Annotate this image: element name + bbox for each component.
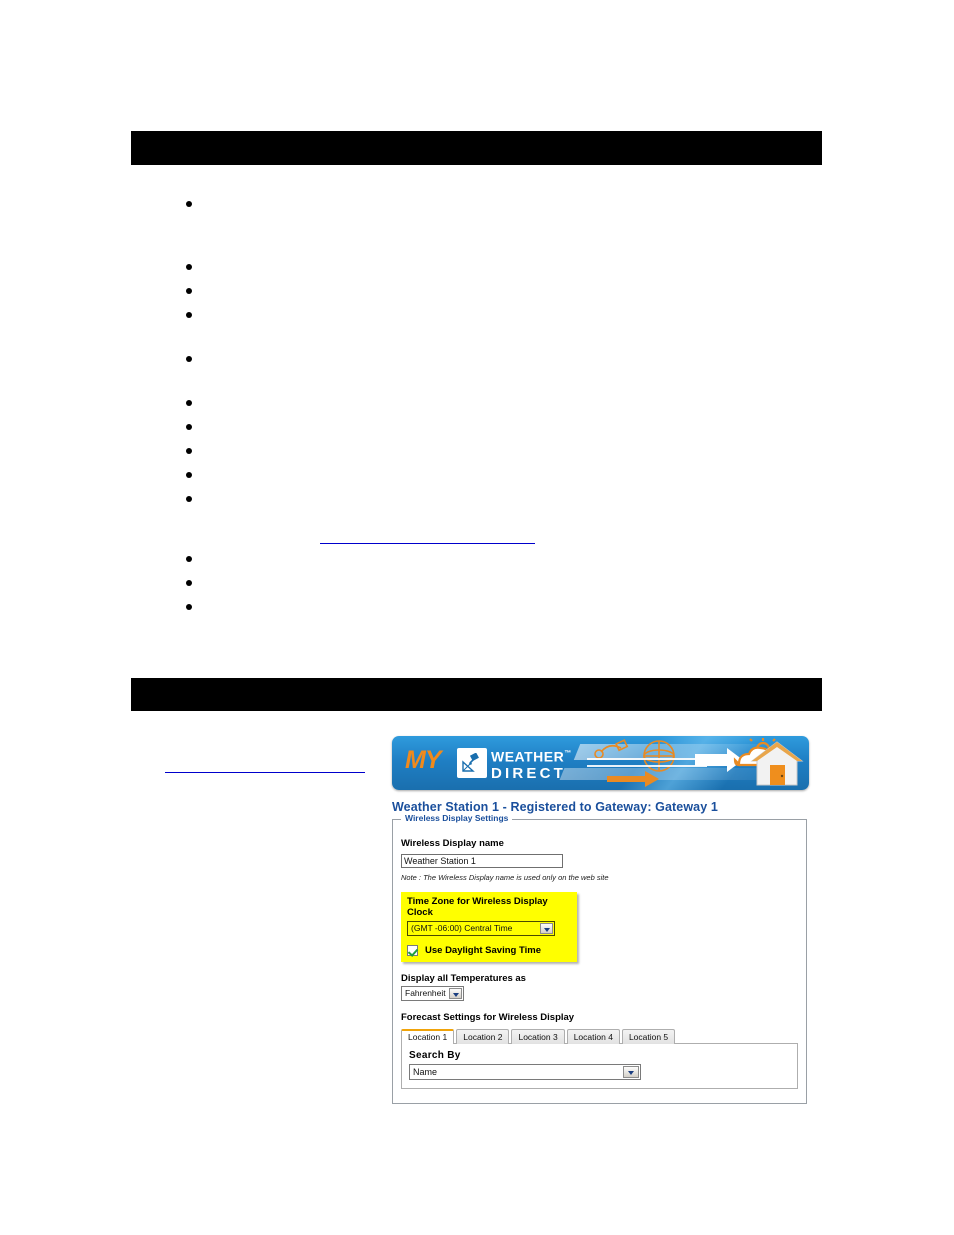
hyperlink-upper[interactable] <box>320 543 535 544</box>
list-item <box>186 571 212 595</box>
list-item <box>186 415 212 439</box>
list-item <box>186 439 212 463</box>
brand-wordmark: WEATHER™ DIRECT <box>491 746 571 782</box>
display-name-label: Wireless Display name <box>401 838 504 849</box>
satellite-dish-icon <box>457 748 487 778</box>
daylight-saving-checkbox[interactable] <box>407 945 418 956</box>
list-item <box>186 463 212 487</box>
fieldset-legend: Wireless Display Settings <box>401 813 513 823</box>
brand-direct-text: DIRECT <box>491 765 567 783</box>
house-icon <box>750 741 804 786</box>
display-name-input[interactable] <box>401 854 563 868</box>
search-by-value: Name <box>413 1067 438 1077</box>
brand-my-text: MY <box>405 746 441 774</box>
wireless-display-settings-fieldset: Wireless Display Settings Wireless Displ… <box>392 813 807 1104</box>
daylight-saving-row[interactable]: Use Daylight Saving Time <box>407 945 571 956</box>
brand-trademark: ™ <box>564 750 572 757</box>
brand-weather-text: WEATHER <box>491 748 565 765</box>
bullet-group-4 <box>186 391 212 511</box>
section-header-bar-2 <box>131 678 822 711</box>
list-item <box>186 595 212 619</box>
temperature-units-select[interactable]: Fahrenheit <box>401 986 464 1001</box>
list-item <box>186 391 212 415</box>
forecast-settings-label: Forecast Settings for Wireless Display <box>401 1012 575 1023</box>
tab-location-3[interactable]: Location 3 <box>511 1029 565 1044</box>
bullet-group-1 <box>186 192 212 216</box>
bullet-group-5 <box>186 547 212 619</box>
bullet-group-2 <box>186 255 212 327</box>
temperature-units-value: Fahrenheit <box>405 988 446 998</box>
timezone-label: Time Zone for Wireless Display Clock <box>407 896 548 918</box>
list-item <box>186 303 212 327</box>
location-tabbar: Location 1 Location 2 Location 3 Locatio… <box>401 1028 798 1044</box>
list-item <box>186 547 212 571</box>
tab-location-5[interactable]: Location 5 <box>621 1029 676 1044</box>
bullet-group-3 <box>186 347 212 371</box>
list-item <box>186 279 212 303</box>
list-item <box>186 487 212 511</box>
search-by-select[interactable]: Name <box>409 1064 641 1080</box>
list-item <box>186 347 212 371</box>
page-title: Weather Station 1 - Registered to Gatewa… <box>392 800 718 814</box>
temperature-units-label: Display all Temperatures as <box>401 973 526 984</box>
timezone-highlight-block: Time Zone for Wireless Display Clock (GM… <box>401 892 577 962</box>
tab-location-4[interactable]: Location 4 <box>566 1029 620 1044</box>
site-banner: MY WEATHER™ DIRECT <box>392 736 809 790</box>
satellite-dish-glyph <box>462 753 479 772</box>
document-page: MY WEATHER™ DIRECT Weather Station 1 - R… <box>0 0 954 1235</box>
hyperlink-lower[interactable] <box>165 772 365 773</box>
search-by-label: Search By <box>409 1050 461 1061</box>
chevron-down-icon[interactable] <box>623 1066 639 1078</box>
daylight-saving-label: Use Daylight Saving Time <box>425 945 541 956</box>
location-1-panel: Search By Name <box>401 1043 798 1089</box>
chevron-down-icon[interactable] <box>540 923 553 934</box>
display-name-note: Note : The Wireless Display name is used… <box>401 873 609 882</box>
timezone-select-value: (GMT -06:00) Central Time <box>411 923 513 933</box>
timezone-select[interactable]: (GMT -06:00) Central Time <box>407 921 555 936</box>
embedded-screenshot: MY WEATHER™ DIRECT Weather Station 1 - R… <box>392 736 809 1104</box>
list-item <box>186 255 212 279</box>
chevron-down-icon[interactable] <box>449 988 462 999</box>
section-header-bar-1 <box>131 131 822 165</box>
list-item <box>186 192 212 216</box>
tab-location-2[interactable]: Location 2 <box>456 1029 510 1044</box>
tab-location-1[interactable]: Location 1 <box>401 1029 455 1044</box>
